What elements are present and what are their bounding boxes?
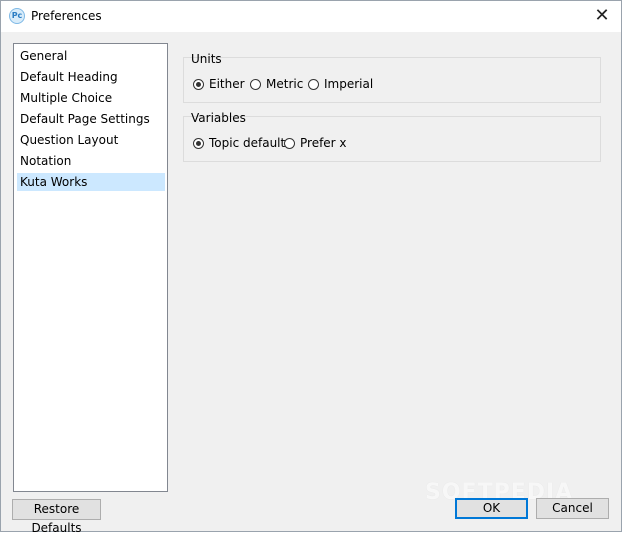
radio-checked-icon bbox=[193, 78, 204, 90]
sidebar-item-notation[interactable]: Notation bbox=[17, 152, 165, 170]
radio-unchecked-icon bbox=[308, 78, 319, 90]
sidebar-item-multiple-choice[interactable]: Multiple Choice bbox=[17, 89, 165, 107]
units-either-label: Either bbox=[209, 77, 245, 91]
app-icon: Pc bbox=[9, 8, 25, 24]
variables-topic-default-label: Topic default bbox=[209, 136, 286, 150]
window-title: Preferences bbox=[31, 9, 102, 23]
preferences-window: Pc Preferences ✕ General Default Heading… bbox=[0, 0, 622, 535]
ok-button[interactable]: OK bbox=[455, 498, 528, 519]
units-group-label: Units bbox=[191, 52, 222, 66]
variables-prefer-x-label: Prefer x bbox=[300, 136, 347, 150]
radio-unchecked-icon bbox=[250, 78, 261, 90]
sidebar-item-default-heading[interactable]: Default Heading bbox=[17, 68, 165, 86]
variables-prefer-x-radio[interactable]: Prefer x bbox=[284, 136, 347, 150]
units-imperial-label: Imperial bbox=[324, 77, 374, 91]
sidebar-item-kuta-works[interactable]: Kuta Works bbox=[17, 173, 165, 191]
close-icon[interactable]: ✕ bbox=[591, 5, 613, 27]
radio-checked-icon bbox=[193, 137, 204, 149]
sidebar-item-general[interactable]: General bbox=[17, 47, 165, 65]
title-bar: Pc Preferences ✕ bbox=[1, 1, 621, 32]
units-either-radio[interactable]: Either bbox=[193, 77, 245, 91]
sidebar-item-default-page-settings[interactable]: Default Page Settings bbox=[17, 110, 165, 128]
units-metric-radio[interactable]: Metric bbox=[250, 77, 303, 91]
radio-unchecked-icon bbox=[284, 137, 295, 149]
cancel-button[interactable]: Cancel bbox=[536, 498, 609, 519]
preferences-category-list: General Default Heading Multiple Choice … bbox=[13, 43, 168, 492]
variables-group-label: Variables bbox=[191, 111, 246, 125]
restore-defaults-button[interactable]: Restore Defaults bbox=[12, 499, 101, 535]
units-metric-label: Metric bbox=[266, 77, 304, 91]
units-group bbox=[183, 57, 601, 103]
variables-topic-default-radio[interactable]: Topic default bbox=[193, 136, 285, 150]
units-imperial-radio[interactable]: Imperial bbox=[308, 77, 373, 91]
sidebar-item-question-layout[interactable]: Question Layout bbox=[17, 131, 165, 149]
